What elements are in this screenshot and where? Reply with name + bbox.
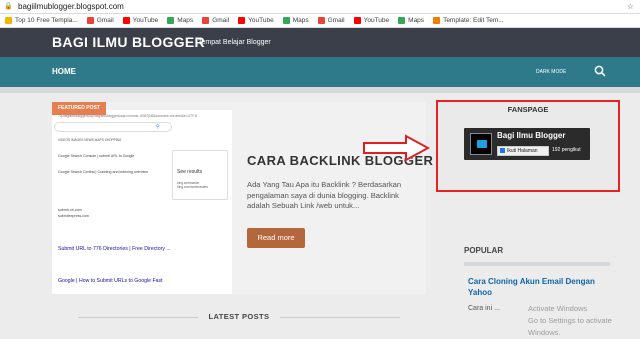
main-nav: HOME DARK MODE — [0, 57, 640, 87]
bookmark-item[interactable]: Top 10 Free Templa... — [5, 17, 78, 24]
thumbnail-line: submitexpress.com — [58, 214, 89, 218]
facebook-page-avatar[interactable] — [470, 133, 492, 155]
blog-header: BAGI ILMU BLOGGER Tempat Belajar Blogger — [0, 28, 640, 57]
bookmark-label: Template: Edit Tem... — [443, 17, 504, 24]
bookmark-item[interactable]: Template: Edit Tem... — [433, 17, 504, 24]
thumbnail-side-panel: See results bing.webmaster bing.com/webm… — [172, 150, 228, 200]
bookmark-favicon-icon — [238, 17, 246, 24]
bookmark-label: Maps — [408, 17, 425, 24]
bookmarks-bar: Top 10 Free Templa... Gmail YouTube Maps Gma… — [0, 14, 640, 28]
bookmark-label: Top 10 Free Templa... — [15, 17, 78, 24]
popular-divider — [464, 262, 610, 266]
blog-title[interactable]: BAGI ILMU BLOGGER — [52, 34, 205, 50]
thumbnail-line: Google Search Console | submit URL to Go… — [58, 154, 135, 158]
popular-post-snippet: Cara ini ... — [468, 305, 500, 312]
bookmark-favicon-icon — [433, 17, 441, 24]
dark-mode-toggle[interactable]: DARK MODE — [536, 69, 566, 75]
thumbnail-result-link: Submit URL to 776 Directories | Free Dir… — [58, 246, 171, 252]
facebook-icon — [500, 148, 505, 154]
bookmark-label: YouTube — [132, 17, 159, 24]
thumbnail-side-title: See results — [177, 169, 203, 175]
nav-home-link[interactable]: HOME — [52, 67, 76, 76]
bookmark-label: Gmail — [327, 17, 345, 24]
watermark-line-1: Activate Windows — [528, 304, 588, 313]
bookmark-favicon-icon — [5, 17, 12, 24]
thumbnail-tabs: VIDEOS IMAGES NEWS MAPS SHOPPING — [58, 138, 122, 142]
bookmark-label: YouTube — [248, 17, 274, 24]
popular-post-link[interactable]: Cara Cloning Akun Email Dengan Yahoo — [468, 276, 618, 298]
bookmark-star-icon[interactable]: ☆ — [627, 2, 634, 11]
bookmark-item[interactable]: Gmail — [86, 17, 114, 24]
latest-posts-heading: LATEST POSTS — [52, 312, 426, 321]
bookmark-item[interactable]: YouTube — [353, 17, 390, 24]
thumbnail-search-box — [54, 122, 172, 132]
follower-count: 192 pengikut — [552, 147, 581, 153]
bookmark-favicon-icon — [353, 17, 361, 24]
featured-post-badge: FEATURED POST — [52, 102, 106, 115]
arrow-right-icon — [363, 134, 430, 162]
facebook-page-name[interactable]: Bagi Ilmu Blogger — [497, 131, 565, 140]
thumbnail-side-text: bing.webmaster bing.com/webmasters — [177, 181, 209, 189]
bookmark-item[interactable]: Maps — [398, 17, 424, 24]
popular-heading: POPULAR — [464, 246, 504, 255]
thumbnail-search-icon: ⚲ — [156, 124, 160, 130]
thumbnail-line: submit-url.com — [58, 208, 82, 212]
follow-page-button[interactable]: Ikuti Halaman — [497, 146, 549, 156]
featured-post-excerpt: Ada Yang Tau Apa itu Backlink ? Berdasar… — [247, 180, 402, 210]
bookmark-item[interactable]: YouTube — [122, 17, 159, 24]
watermark-line-2: Go to Settings to activate Windows. — [528, 316, 612, 337]
bookmark-item[interactable]: Maps — [282, 17, 309, 24]
bookmark-favicon-icon — [282, 17, 290, 24]
url-text[interactable]: bagiilmublogger.blogspot.com — [18, 2, 124, 11]
nav-divider — [0, 87, 640, 93]
bookmark-label: Gmail — [212, 17, 230, 24]
bookmark-favicon-icon — [398, 17, 406, 24]
bookmark-label: Maps — [177, 17, 194, 24]
bookmark-favicon-icon — [86, 17, 94, 24]
bookmark-item[interactable]: YouTube — [238, 17, 274, 24]
bookmark-label: Gmail — [96, 17, 114, 24]
fanspage-title: FANSPAGE — [507, 105, 549, 114]
blog-tagline: Tempat Belajar Blogger — [198, 39, 271, 46]
lock-icon: 🔒 — [4, 2, 13, 10]
bookmark-label: YouTube — [363, 17, 390, 24]
bookmark-favicon-icon — [317, 17, 325, 24]
fanspage-widget: FANSPAGE Bagi Ilmu Blogger Ikuti Halaman… — [436, 100, 620, 192]
bookmark-favicon-icon — [122, 17, 130, 24]
bookmark-item[interactable]: Gmail — [317, 17, 345, 24]
browser-url-bar[interactable]: 🔒 bagiilmublogger.blogspot.com ☆ — [0, 0, 640, 14]
bookmark-label: Maps — [292, 17, 309, 24]
thumbnail-line: Google Search Central | Crawling and ind… — [58, 170, 149, 174]
thumbnail-result-link: Google | How to Submit URLs to Google Fa… — [58, 278, 163, 284]
follow-page-label: Ikuti Halaman — [507, 148, 538, 154]
bookmark-item[interactable]: Gmail — [202, 17, 229, 24]
bookmark-favicon-icon — [167, 17, 175, 24]
search-icon[interactable] — [594, 65, 606, 77]
bookmark-favicon-icon — [202, 17, 210, 24]
bookmark-item[interactable]: Maps — [167, 17, 193, 24]
read-more-button[interactable]: Read more — [247, 228, 305, 248]
facebook-page-plugin[interactable]: Bagi Ilmu Blogger Ikuti Halaman 192 peng… — [464, 128, 590, 160]
featured-post-thumbnail[interactable]: ?q=bagiilmublogger&oq=bagiilmublogger&aq… — [52, 110, 232, 294]
